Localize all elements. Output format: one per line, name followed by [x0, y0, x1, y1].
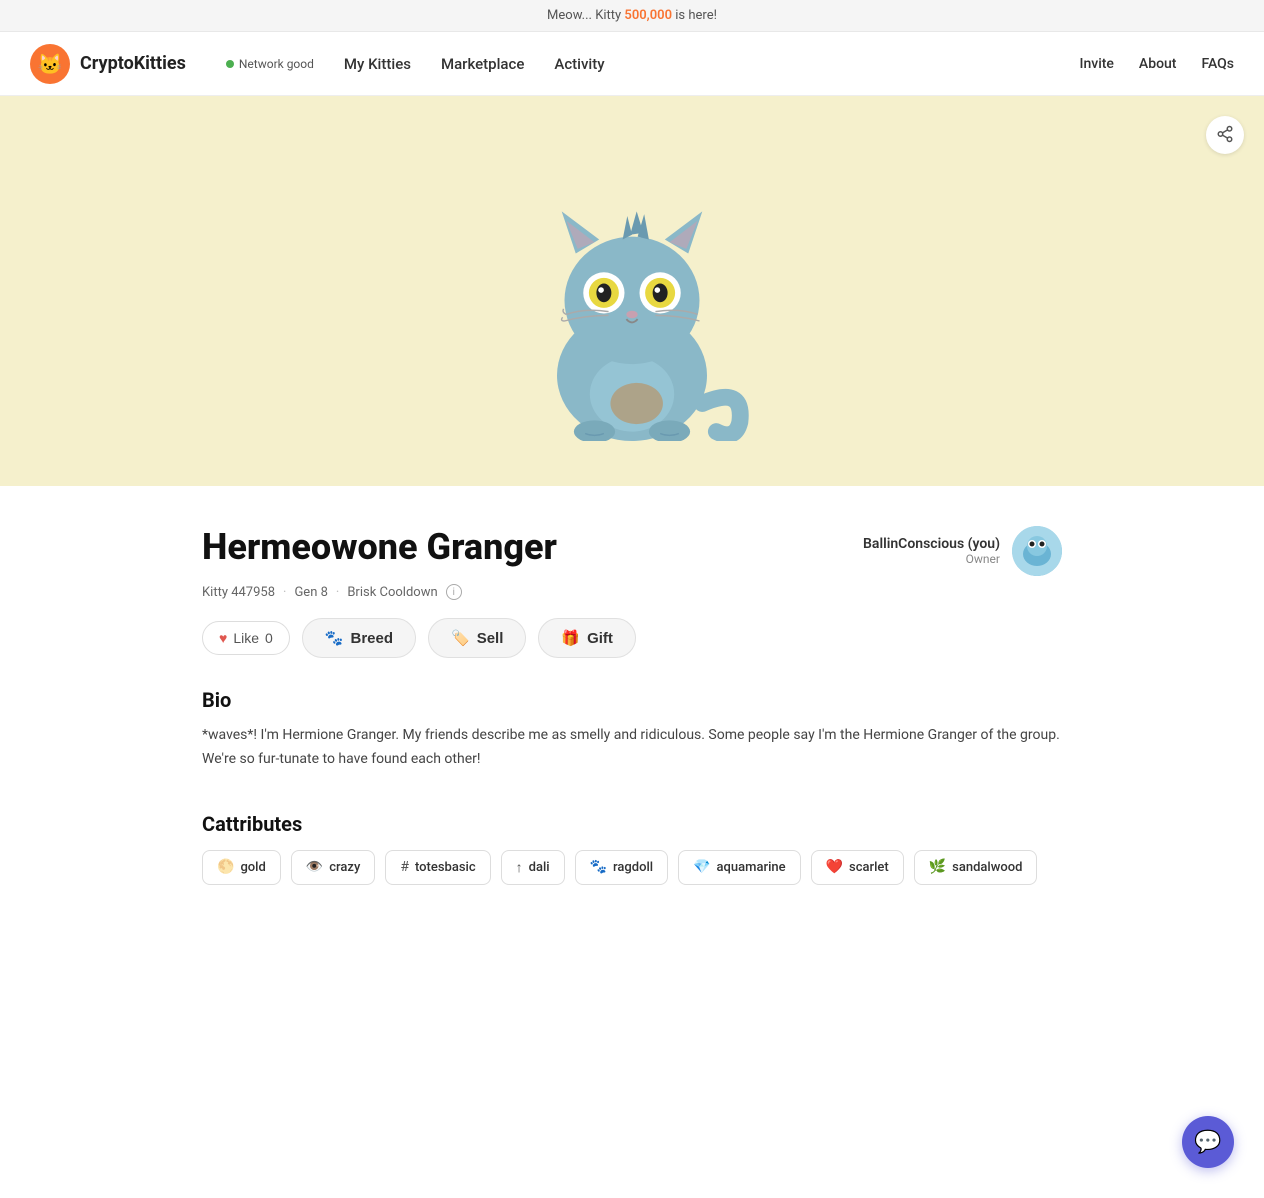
- sandalwood-icon: 🌿: [929, 859, 946, 875]
- cattribute-scarlet[interactable]: ❤️ scarlet: [811, 850, 904, 885]
- banner-text-prefix: Meow... Kitty: [547, 8, 624, 23]
- content-area: Hermeowone Granger BallinConscious (you)…: [182, 486, 1082, 945]
- cooldown-info-icon[interactable]: i: [446, 584, 462, 600]
- breed-button[interactable]: 🐾 Breed: [302, 618, 416, 658]
- heart-icon: ♥: [219, 630, 227, 646]
- breed-label: Breed: [350, 630, 393, 647]
- nav-activity[interactable]: Activity: [554, 55, 604, 73]
- cattribute-dali[interactable]: ↑ dali: [501, 850, 565, 885]
- dali-icon: ↑: [516, 859, 523, 876]
- owner-label: Owner: [863, 552, 1000, 566]
- banner-highlight: 500,000: [624, 8, 672, 23]
- scarlet-icon: ❤️: [826, 859, 843, 875]
- aquamarine-label: aquamarine: [717, 860, 786, 875]
- kitty-cooldown: Brisk Cooldown: [347, 585, 437, 600]
- sell-icon: 🏷️: [451, 629, 470, 647]
- network-dot: [226, 60, 234, 68]
- nav-right: Invite About FAQs: [1079, 56, 1234, 72]
- navbar: 🐱 CryptoKitties Network good My Kitties …: [0, 32, 1264, 96]
- like-count: 0: [265, 630, 273, 646]
- gift-button[interactable]: 🎁 Gift: [538, 618, 636, 658]
- nav-marketplace[interactable]: Marketplace: [441, 55, 524, 73]
- hero-area: [0, 96, 1264, 486]
- cattribute-crazy[interactable]: 👁️ crazy: [291, 850, 376, 885]
- chat-icon: 💬: [1194, 1129, 1221, 1155]
- cattribute-totesbasic[interactable]: # totesbasic: [385, 850, 490, 885]
- nav-about[interactable]: About: [1139, 56, 1177, 72]
- dali-label: dali: [529, 860, 550, 875]
- gift-label: Gift: [587, 630, 613, 647]
- brand-emoji: 🐱: [38, 52, 63, 76]
- crazy-icon: 👁️: [306, 859, 323, 875]
- gift-icon: 🎁: [561, 629, 580, 647]
- nav-my-kitties[interactable]: My Kitties: [344, 55, 411, 73]
- sandalwood-label: sandalwood: [952, 860, 1022, 875]
- cattributes-title: Cattributes: [202, 812, 1062, 836]
- aquamarine-icon: 💎: [693, 859, 710, 875]
- owner-info: BallinConscious (you) Owner: [863, 536, 1000, 566]
- gold-icon: 🌕: [217, 859, 234, 875]
- top-banner: Meow... Kitty 500,000 is here!: [0, 0, 1264, 32]
- owner-name: BallinConscious (you): [863, 536, 1000, 552]
- breed-icon: 🐾: [325, 629, 344, 647]
- cattribute-aquamarine[interactable]: 💎 aquamarine: [678, 850, 800, 885]
- crazy-label: crazy: [329, 860, 360, 875]
- cattribute-sandalwood[interactable]: 🌿 sandalwood: [914, 850, 1038, 885]
- kitty-illustration: [482, 141, 782, 441]
- like-button[interactable]: ♥ Like 0: [202, 621, 290, 655]
- kitty-id: Kitty 447958: [202, 585, 275, 600]
- ragdoll-label: ragdoll: [613, 860, 653, 875]
- totesbasic-label: totesbasic: [415, 860, 476, 875]
- nav-faqs[interactable]: FAQs: [1201, 56, 1234, 72]
- kitty-header: Hermeowone Granger BallinConscious (you)…: [202, 526, 1062, 576]
- scarlet-label: scarlet: [849, 860, 889, 875]
- kitty-title-block: Hermeowone Granger: [202, 526, 557, 568]
- cattributes-grid: 🌕 gold 👁️ crazy # totesbasic ↑ dali 🐾 ra…: [202, 850, 1062, 885]
- bio-section: Bio *waves*! I'm Hermione Granger. My fr…: [202, 688, 1062, 772]
- like-label: Like: [233, 630, 259, 646]
- cattributes-section: Cattributes 🌕 gold 👁️ crazy # totesbasic…: [202, 812, 1062, 885]
- totesbasic-icon: #: [400, 859, 409, 875]
- bio-text: *waves*! I'm Hermione Granger. My friend…: [202, 724, 1062, 772]
- brand-name: CryptoKitties: [80, 53, 186, 74]
- ragdoll-icon: 🐾: [590, 859, 607, 875]
- share-button[interactable]: [1206, 116, 1244, 154]
- banner-text-suffix: is here!: [672, 8, 717, 23]
- network-status: Network good: [226, 57, 314, 71]
- bio-title: Bio: [202, 688, 1062, 712]
- share-icon: [1216, 125, 1234, 146]
- cattribute-ragdoll[interactable]: 🐾 ragdoll: [575, 850, 669, 885]
- action-row: ♥ Like 0 🐾 Breed 🏷️ Sell 🎁 Gift: [202, 618, 1062, 658]
- nav-invite[interactable]: Invite: [1079, 56, 1113, 72]
- sell-label: Sell: [477, 630, 504, 647]
- kitty-name: Hermeowone Granger: [202, 526, 557, 568]
- nav-links: My Kitties Marketplace Activity: [344, 55, 1080, 73]
- owner-block: BallinConscious (you) Owner: [863, 526, 1062, 576]
- kitty-gen: Gen 8: [294, 585, 327, 600]
- kitty-meta: Kitty 447958 · Gen 8 · Brisk Cooldown i: [202, 584, 1062, 600]
- sell-button[interactable]: 🏷️ Sell: [428, 618, 526, 658]
- brand-link[interactable]: 🐱 CryptoKitties: [30, 44, 186, 84]
- gold-label: gold: [240, 860, 265, 875]
- cattribute-gold[interactable]: 🌕 gold: [202, 850, 281, 885]
- brand-logo: 🐱: [30, 44, 70, 84]
- network-label: Network good: [239, 57, 314, 71]
- chat-button[interactable]: 💬: [1182, 1116, 1234, 1168]
- owner-avatar[interactable]: [1012, 526, 1062, 576]
